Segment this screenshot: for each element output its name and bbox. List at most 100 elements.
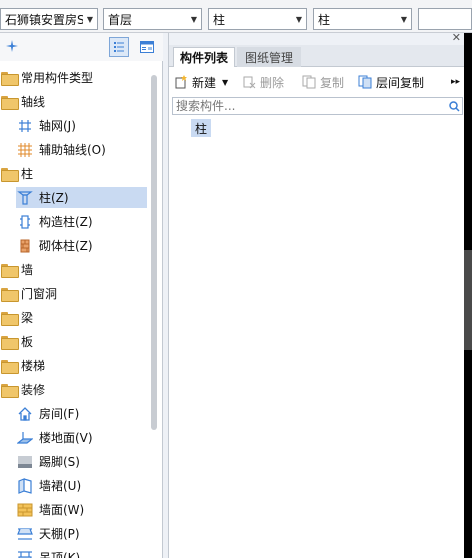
detail-view-icon[interactable] <box>137 37 157 57</box>
constructional-column-icon <box>16 213 34 231</box>
delete-label: 删除 <box>260 75 285 90</box>
floor-copy-button[interactable]: 层间复制 <box>357 72 424 92</box>
component-list-panel: ✕ 构件列表 图纸管理 新建 ▼ 删除 复制 层间复制 ▸▸ 搜索构件... 柱 <box>168 31 465 558</box>
tree-category-label: 装修 <box>21 383 46 397</box>
copy-icon <box>301 74 317 90</box>
copy-button[interactable]: 复制 <box>301 72 344 92</box>
tab-label: 构件列表 <box>179 51 228 65</box>
floor-selector[interactable]: 首层 ▼ <box>103 8 202 30</box>
tree-item-label: 踢脚(S) <box>39 455 80 469</box>
project-selector[interactable]: 石狮镇安置房S... ▼ <box>0 8 98 30</box>
project-selector-value: 石狮镇安置房S... <box>5 12 83 27</box>
tree-item-ceiling[interactable]: 天棚(P) <box>16 523 147 544</box>
house-icon <box>16 405 34 423</box>
component-selector-bar: 石狮镇安置房S... ▼ 首层 ▼ 柱 ▼ 柱 ▼ <box>0 0 472 33</box>
tree-item-column[interactable]: 柱(Z) <box>16 187 147 208</box>
tree-item-room[interactable]: 房间(F) <box>16 403 147 424</box>
tree-category-beam[interactable]: 梁 <box>1 307 149 328</box>
component-type-panel: 常用构件类型 轴线 轴网(J) 辅助轴线(O) 柱 柱(Z) 构造柱(Z) 砌体… <box>0 33 163 558</box>
tree-item-label: 天棚(P) <box>39 527 80 541</box>
folder-icon <box>1 335 19 350</box>
list-view-icon[interactable] <box>109 37 129 57</box>
tree-category-label: 梁 <box>21 311 34 325</box>
tree-category-slab[interactable]: 板 <box>1 331 149 352</box>
component-type-value: 柱 <box>213 12 226 27</box>
floor-copy-label: 层间复制 <box>376 75 425 90</box>
tree-item-label: 轴网(J) <box>39 119 76 133</box>
tree-category-axis[interactable]: 轴线 <box>1 91 149 112</box>
search-icon[interactable] <box>446 100 462 112</box>
tree-category-door-window[interactable]: 门窗洞 <box>1 283 149 304</box>
tree-item-label: 吊顶(K) <box>39 551 81 558</box>
folder-icon <box>1 263 19 278</box>
tree-category-column[interactable]: 柱 <box>1 163 149 184</box>
wall-surface-icon <box>16 501 34 519</box>
sparkle-icon[interactable] <box>2 36 22 56</box>
folder-icon <box>1 359 19 374</box>
chevron-down-icon: ▼ <box>190 14 198 24</box>
component-type-selector[interactable]: 柱 ▼ <box>208 8 307 30</box>
tree-item-wall-surface[interactable]: 墙面(W) <box>16 499 147 520</box>
floor-selector-value: 首层 <box>108 12 133 27</box>
folder-open-icon <box>1 167 19 182</box>
tree-item-label: 辅助轴线(O) <box>39 143 106 157</box>
tree-item-axis-grid[interactable]: 轴网(J) <box>16 115 147 136</box>
tab-drawing-management[interactable]: 图纸管理 <box>237 47 301 67</box>
tree-item-masonry-column[interactable]: 砌体柱(Z) <box>16 235 147 256</box>
aux-axis-icon <box>16 141 34 159</box>
axis-grid-icon <box>16 117 34 135</box>
tab-component-list[interactable]: 构件列表 <box>173 47 235 67</box>
component-value: 柱 <box>318 12 331 27</box>
tree-item-label: 墙面(W) <box>39 503 85 517</box>
tree-item-label: 构造柱(Z) <box>39 215 93 229</box>
tree-category-stair[interactable]: 楼梯 <box>1 355 149 376</box>
tree-category-label: 柱 <box>21 167 34 181</box>
tree-category-label: 常用构件类型 <box>21 71 94 85</box>
component-actions-toolbar: 新建 ▼ 删除 复制 层间复制 ▸▸ <box>169 69 465 93</box>
component-selector[interactable]: 柱 ▼ <box>313 8 412 30</box>
tab-label: 图纸管理 <box>244 50 293 65</box>
search-input[interactable] <box>173 98 446 114</box>
tree-item-label: 墙裙(U) <box>39 479 82 493</box>
folder-icon <box>1 287 19 302</box>
chevron-down-icon: ▼ <box>295 14 303 24</box>
skirting-icon <box>16 453 34 471</box>
left-toolbar <box>0 33 163 61</box>
component-item-column[interactable]: 柱 <box>191 119 211 137</box>
tree-category-common[interactable]: 常用构件类型 <box>1 67 149 88</box>
folder-open-icon <box>1 383 19 398</box>
canvas-scroll-handle[interactable] <box>464 250 472 350</box>
tree-item-skirting[interactable]: 踢脚(S) <box>16 451 147 472</box>
more-icon[interactable]: ▸▸ <box>451 72 460 92</box>
tree-item-floor-surface[interactable]: 楼地面(V) <box>16 427 147 448</box>
chevron-down-icon[interactable]: ▼ <box>222 78 228 87</box>
extra-selector[interactable] <box>418 8 472 30</box>
new-button[interactable]: 新建 ▼ <box>173 72 228 92</box>
dado-icon <box>16 477 34 495</box>
tree-item-dado[interactable]: 墙裙(U) <box>16 475 147 496</box>
chevron-down-icon: ▼ <box>400 14 408 24</box>
chevron-down-icon: ▼ <box>86 14 94 24</box>
folder-icon <box>1 71 19 86</box>
tree-category-wall[interactable]: 墙 <box>1 259 149 280</box>
tree-item-label: 柱(Z) <box>39 191 69 205</box>
tree-scrollbar[interactable] <box>151 75 157 430</box>
tree-item-constructional-column[interactable]: 构造柱(Z) <box>16 211 147 232</box>
delete-button[interactable]: 删除 <box>241 72 284 92</box>
folder-open-icon <box>1 95 19 110</box>
close-icon[interactable]: ✕ <box>452 31 461 44</box>
tree-category-label: 门窗洞 <box>21 287 58 301</box>
tree-category-decoration[interactable]: 装修 <box>1 379 149 400</box>
tree-item-aux-axis[interactable]: 辅助轴线(O) <box>16 139 147 160</box>
masonry-column-icon <box>16 237 34 255</box>
copy-label: 复制 <box>320 75 345 90</box>
ceiling-icon <box>16 525 34 543</box>
tree-item-suspended-ceiling[interactable]: 吊顶(K) <box>16 547 147 558</box>
tree-category-label: 墙 <box>21 263 34 277</box>
folder-icon <box>1 311 19 326</box>
suspended-ceiling-icon <box>16 549 34 558</box>
column-icon <box>16 189 34 207</box>
tree-item-label: 房间(F) <box>39 407 80 421</box>
tree-item-label: 楼地面(V) <box>39 431 93 445</box>
tree-item-label: 砌体柱(Z) <box>39 239 93 253</box>
